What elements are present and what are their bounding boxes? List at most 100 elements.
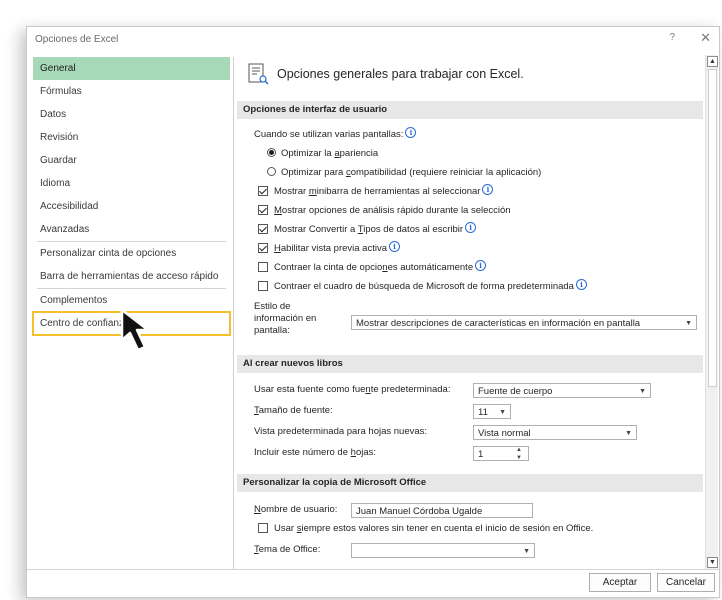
radio-optimize-appearance[interactable]: Optimizar la apariencia bbox=[267, 146, 378, 162]
info-icon: i bbox=[482, 184, 494, 195]
tooltip-style-select[interactable]: Mostrar descripciones de características… bbox=[351, 315, 697, 330]
info-icon: i bbox=[575, 279, 587, 290]
info-icon: i bbox=[389, 241, 401, 252]
chevron-down-icon: ▼ bbox=[685, 320, 692, 327]
checkbox[interactable] bbox=[258, 224, 268, 234]
checkbox[interactable] bbox=[258, 205, 268, 215]
sidebar-item-avanzadas[interactable]: Avanzadas bbox=[33, 218, 230, 241]
multi-screen-text: Cuando se utilizan varias pantallas: bbox=[254, 129, 404, 140]
close-button[interactable]: ✕ bbox=[700, 30, 711, 46]
size-label-post: amaño de fuente: bbox=[258, 405, 333, 416]
check-label-pre: Contraer la cinta de opcio bbox=[274, 262, 383, 273]
radio-optimize-compat[interactable]: Optimizar para compatibilidad (requiere … bbox=[267, 165, 541, 181]
check-label-post: ostrar opciones de análisis rápido duran… bbox=[281, 205, 511, 216]
theme-label: Tema de Office: bbox=[254, 542, 320, 558]
check-collapse-search[interactable]: Contraer el cuadro de búsqueda de Micros… bbox=[258, 279, 587, 295]
radio-label-pre: Optimizar la bbox=[281, 148, 335, 159]
radio-indicator[interactable] bbox=[267, 148, 276, 157]
sidebar-item-personalizar-cinta[interactable]: Personalizar cinta de opciones bbox=[33, 242, 230, 265]
check-label-post: ipos de datos al escribir bbox=[363, 224, 464, 235]
info-icon: i bbox=[465, 222, 477, 233]
default-view-select[interactable]: Vista normal ▼ bbox=[473, 425, 637, 440]
check-label-accel: m bbox=[308, 186, 317, 197]
sheets-count-value: 1 bbox=[478, 449, 484, 460]
help-button[interactable]: ? bbox=[669, 32, 675, 43]
scroll-up-icon[interactable]: ▲ bbox=[707, 56, 718, 67]
chevron-down-icon: ▼ bbox=[499, 409, 506, 416]
check-label-post: iempre estos valores sin tener en cuenta… bbox=[301, 523, 594, 534]
tooltip-style-label: Estilo de información en pantalla: bbox=[254, 301, 316, 337]
username-label: Nombre de usuario: bbox=[254, 502, 337, 518]
window-title: Opciones de Excel bbox=[35, 34, 119, 45]
checkbox[interactable] bbox=[258, 186, 268, 196]
content-scrollbar[interactable]: ▲ ▼ bbox=[705, 55, 718, 569]
checkbox[interactable] bbox=[258, 262, 268, 272]
username-label-accel: N bbox=[254, 504, 261, 515]
office-theme-select[interactable]: ▼ bbox=[351, 543, 535, 558]
radio-label-pre: Optimizar para bbox=[281, 167, 346, 178]
check-label: Contraer el cuadro de búsqueda de Micros… bbox=[274, 281, 574, 292]
check-mini-toolbar[interactable]: Mostrar minibarra de herramientas al sel… bbox=[258, 184, 494, 200]
scroll-down-icon[interactable]: ▼ bbox=[707, 557, 718, 568]
font-label-post: te predeterminada: bbox=[370, 384, 451, 395]
check-live-preview[interactable]: Habilitar vista previa activa i bbox=[258, 241, 401, 257]
sidebar-item-accesibilidad[interactable]: Accesibilidad bbox=[33, 195, 230, 218]
theme-label-post: ema de Office: bbox=[258, 544, 321, 555]
sidebar-item-general[interactable]: General bbox=[33, 57, 230, 80]
multi-screen-label: Cuando se utilizan varias pantallas: i bbox=[254, 127, 417, 143]
general-options-panel: Opciones generales para trabajar con Exc… bbox=[237, 57, 703, 569]
scroll-thumb[interactable] bbox=[708, 69, 717, 387]
username-field[interactable]: Juan Manuel Córdoba Ugalde bbox=[351, 503, 533, 518]
sheets-count-stepper[interactable]: 1 ▲ ▼ bbox=[473, 446, 529, 461]
sidebar-item-datos[interactable]: Datos bbox=[33, 103, 230, 126]
stepper-arrows-icon[interactable]: ▲ ▼ bbox=[516, 446, 522, 462]
sidebar-item-guardar[interactable]: Guardar bbox=[33, 149, 230, 172]
chevron-down-icon: ▼ bbox=[625, 430, 632, 437]
info-icon: i bbox=[405, 127, 417, 138]
check-label-post: inibarra de herramientas al seleccionar bbox=[316, 186, 481, 197]
info-icon: i bbox=[475, 260, 487, 271]
mouse-pointer-icon bbox=[120, 308, 150, 352]
sidebar-item-revision[interactable]: Revisión bbox=[33, 126, 230, 149]
section-new-books: Al crear nuevos libros bbox=[237, 355, 703, 373]
checkbox[interactable] bbox=[258, 523, 268, 533]
font-label-pre: Usar esta fuente como fue bbox=[254, 384, 366, 395]
sidebar-item-barra-acceso-rapido[interactable]: Barra de herramientas de acceso rápido bbox=[33, 265, 230, 288]
sidebar-item-formulas[interactable]: Fórmulas bbox=[33, 80, 230, 103]
radio-indicator[interactable] bbox=[267, 167, 276, 176]
section-office-copy: Personalizar la copia de Microsoft Offic… bbox=[237, 474, 703, 492]
font-select[interactable]: Fuente de cuerpo ▼ bbox=[473, 383, 651, 398]
username-label-post: ombre de usuario: bbox=[260, 504, 338, 515]
check-always-use[interactable]: Usar siempre estos valores sin tener en … bbox=[258, 521, 593, 537]
checkbox[interactable] bbox=[258, 243, 268, 253]
check-convert-types[interactable]: Mostrar Convertir a Tipos de datos al es… bbox=[258, 222, 477, 238]
tooltip-style-label-line: Estilo de bbox=[254, 301, 291, 312]
size-label: Tamaño de fuente: bbox=[254, 403, 333, 419]
check-quick-analysis[interactable]: Mostrar opciones de análisis rápido dura… bbox=[258, 203, 511, 219]
tooltip-style-label-line: pantalla: bbox=[254, 325, 290, 336]
view-label: Vista predeterminada para hojas nuevas: bbox=[254, 426, 428, 437]
title-bar: Opciones de Excel ? ✕ bbox=[27, 27, 719, 53]
checkbox[interactable] bbox=[258, 281, 268, 291]
check-collapse-ribbon[interactable]: Contraer la cinta de opciones automática… bbox=[258, 260, 487, 276]
sidebar-item-idioma[interactable]: Idioma bbox=[33, 172, 230, 195]
ok-button[interactable]: Aceptar bbox=[589, 573, 651, 592]
section-ui-options: Opciones de interfaz de usuario bbox=[237, 101, 703, 119]
check-label-accel: M bbox=[274, 205, 282, 216]
font-label: Usar esta fuente como fuente predetermin… bbox=[254, 382, 450, 398]
radio-label-post: ompatibilidad (requiere reiniciar la apl… bbox=[350, 167, 542, 178]
font-value: Fuente de cuerpo bbox=[478, 386, 553, 397]
check-label-pre: Mostrar bbox=[274, 186, 309, 197]
sheets-label-post: ojas: bbox=[355, 447, 377, 458]
cancel-button[interactable]: Cancelar bbox=[657, 573, 715, 592]
sidebar-content-divider bbox=[233, 57, 234, 569]
options-document-icon bbox=[248, 63, 269, 85]
chevron-down-icon: ▼ bbox=[523, 548, 530, 555]
check-label-post: abilitar vista previa activa bbox=[280, 243, 388, 254]
font-size-select[interactable]: 11 ▼ bbox=[473, 404, 511, 419]
footer-divider bbox=[27, 569, 719, 570]
panel-header: Opciones generales para trabajar con Exc… bbox=[247, 60, 524, 88]
default-view-value: Vista normal bbox=[478, 428, 531, 439]
sheets-label-pre: Incluir este número de bbox=[254, 447, 351, 458]
panel-title: Opciones generales para trabajar con Exc… bbox=[277, 67, 524, 81]
